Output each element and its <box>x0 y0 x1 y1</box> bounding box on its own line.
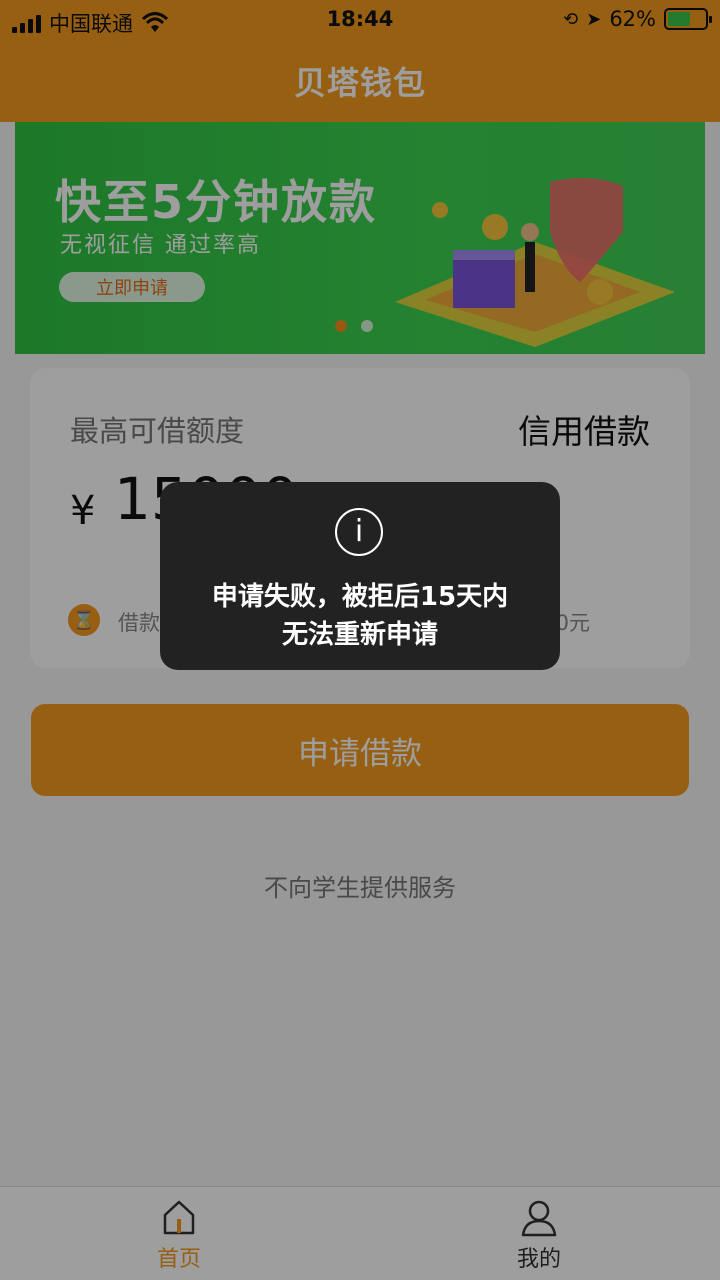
toast-message-line2: 无法重新申请 <box>281 620 438 650</box>
toast-message-line1: 申请失败，被拒后15天内 <box>211 582 509 612</box>
error-toast: i 申请失败，被拒后15天内 无法重新申请 <box>160 482 560 670</box>
info-icon: i <box>335 508 383 556</box>
